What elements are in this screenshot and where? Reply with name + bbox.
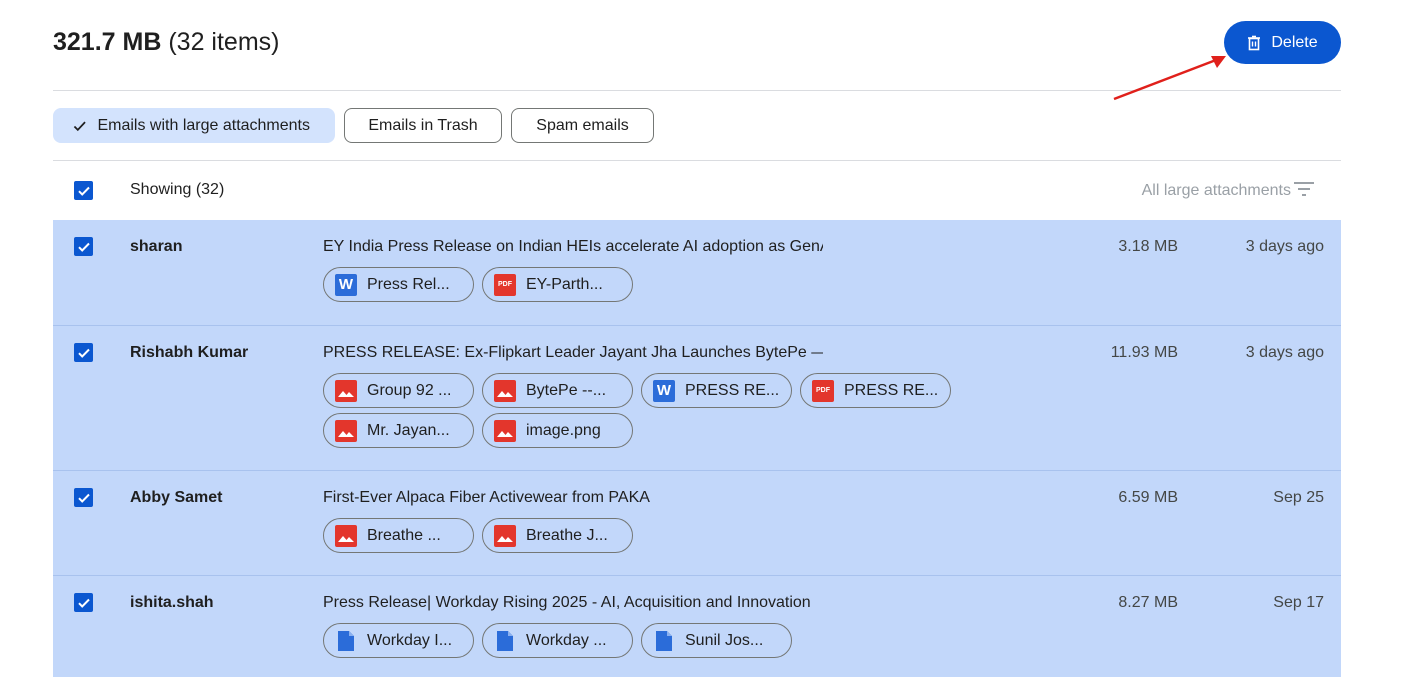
attachment-chip[interactable]: Group 92 ... <box>323 373 474 408</box>
attachment-list: Group 92 ... BytePe --... W PRESS RE... PDF P… <box>323 373 973 448</box>
trash-icon <box>1248 35 1261 50</box>
attachment-name: Sunil Jos... <box>685 631 764 649</box>
attachment-name: PRESS RE... <box>685 381 780 399</box>
filter-large-attachments[interactable]: Emails with large attachments <box>53 108 335 143</box>
attachment-name: Breathe ... <box>367 526 441 544</box>
email-row[interactable]: Abby Samet First-Ever Alpaca Fiber Active… <box>53 471 1341 576</box>
delete-button[interactable]: Delete <box>1224 21 1341 64</box>
select-all-checkbox[interactable] <box>74 181 93 200</box>
checkmark-icon <box>77 598 90 608</box>
attachment-name: Mr. Jayan... <box>367 421 450 439</box>
attachment-chip[interactable]: W PRESS RE... <box>641 373 792 408</box>
attachment-chip[interactable]: Sunil Jos... <box>641 623 792 658</box>
attachment-chip[interactable]: W Press Rel... <box>323 267 474 302</box>
word-file-icon: W <box>653 379 675 402</box>
email-date: Sep 25 <box>1273 489 1324 506</box>
attachment-name: Workday ... <box>526 631 607 649</box>
row-checkbox[interactable] <box>74 237 93 256</box>
email-list: sharan EY India Press Release on Indian H… <box>53 220 1341 677</box>
image-file-icon <box>335 379 357 402</box>
image-file-icon <box>335 524 357 547</box>
email-date: Sep 17 <box>1273 594 1324 611</box>
email-row[interactable]: sharan EY India Press Release on Indian H… <box>53 220 1341 326</box>
attachment-name: EY-Parth... <box>526 275 603 293</box>
attachment-name: BytePe --... <box>526 381 607 399</box>
pdf-file-icon: PDF <box>812 379 834 402</box>
attachment-chip[interactable]: Breathe J... <box>482 518 633 553</box>
document-file-icon <box>335 630 357 652</box>
document-file-icon <box>653 630 675 652</box>
email-row[interactable]: ishita.shah Press Release| Workday Rising… <box>53 576 1341 677</box>
email-date: 3 days ago <box>1245 238 1324 255</box>
image-file-icon <box>494 419 516 442</box>
attachment-name: PRESS RE... <box>844 381 939 399</box>
checkmark-icon <box>77 348 90 358</box>
attachment-chip[interactable]: Breathe ... <box>323 518 474 553</box>
sender-name: sharan <box>130 238 183 255</box>
email-size: 6.59 MB <box>1118 489 1178 506</box>
email-size: 11.93 MB <box>1110 344 1178 361</box>
image-file-icon <box>335 419 357 442</box>
showing-count: Showing (32) <box>130 181 225 198</box>
email-size: 8.27 MB <box>1118 594 1178 611</box>
attachment-list: W Press Rel... PDF EY-Parth... <box>323 267 973 302</box>
row-checkbox[interactable] <box>74 593 93 612</box>
email-subject: Press Release| Workday Rising 2025 - AI,… <box>323 594 811 611</box>
storage-size: 321.7 MB <box>53 28 162 56</box>
attachment-filter-label: All large attachments <box>1141 182 1291 199</box>
filter-label: Emails in Trash <box>368 116 478 134</box>
attachment-chip[interactable]: PDF EY-Parth... <box>482 267 633 302</box>
pdf-file-icon: PDF <box>494 273 516 296</box>
check-icon <box>73 121 86 131</box>
annotation-arrow-icon <box>1113 56 1226 101</box>
filter-label: Emails with large attachments <box>97 116 310 134</box>
item-count: (32 items) <box>168 28 280 56</box>
filter-trash[interactable]: Emails in Trash <box>344 108 502 143</box>
email-date: 3 days ago <box>1245 344 1324 361</box>
attachment-chip[interactable]: image.png <box>482 413 633 448</box>
sender-name: Rishabh Kumar <box>130 344 249 361</box>
delete-label: Delete <box>1271 33 1318 51</box>
attachment-chip[interactable]: Mr. Jayan... <box>323 413 474 448</box>
attachment-name: Breathe J... <box>526 526 608 544</box>
row-checkbox[interactable] <box>74 488 93 507</box>
attachment-list: Breathe ... Breathe J... <box>323 518 973 553</box>
email-subject: EY India Press Release on Indian HEIs ac… <box>323 238 823 255</box>
filter-spam[interactable]: Spam emails <box>511 108 654 143</box>
attachment-chip[interactable]: Workday I... <box>323 623 474 658</box>
attachment-name: Press Rel... <box>367 275 450 293</box>
email-row[interactable]: Rishabh Kumar PRESS RELEASE: Ex-Flipkart … <box>53 326 1341 471</box>
image-file-icon <box>494 524 516 547</box>
filter-chips: Emails with large attachments Emails in … <box>53 108 654 143</box>
attachment-chip[interactable]: BytePe --... <box>482 373 633 408</box>
page-title: 321.7 MB (32 items) <box>53 28 279 57</box>
email-subject: PRESS RELEASE: Ex-Flipkart Leader Jayant… <box>323 344 823 361</box>
checkmark-icon <box>77 242 90 252</box>
filter-label: Spam emails <box>536 116 629 134</box>
filter-list-icon[interactable] <box>1293 180 1315 198</box>
email-subject: First-Ever Alpaca Fiber Activewear from … <box>323 489 650 506</box>
checkmark-icon <box>77 493 90 503</box>
attachment-name: image.png <box>526 421 601 439</box>
image-file-icon <box>494 379 516 402</box>
document-file-icon <box>494 630 516 652</box>
attachment-name: Workday I... <box>367 631 453 649</box>
attachment-chip[interactable]: Workday ... <box>482 623 633 658</box>
email-size: 3.18 MB <box>1118 238 1178 255</box>
attachment-chip[interactable]: PDF PRESS RE... <box>800 373 951 408</box>
sender-name: Abby Samet <box>130 489 223 506</box>
row-checkbox[interactable] <box>74 343 93 362</box>
list-header: Showing (32) All large attachments <box>53 161 1341 220</box>
checkmark-icon <box>77 186 90 196</box>
word-file-icon: W <box>335 273 357 296</box>
attachment-name: Group 92 ... <box>367 381 452 399</box>
attachment-list: Workday I... Workday ... Sunil Jos... <box>323 623 973 658</box>
sender-name: ishita.shah <box>130 594 214 611</box>
